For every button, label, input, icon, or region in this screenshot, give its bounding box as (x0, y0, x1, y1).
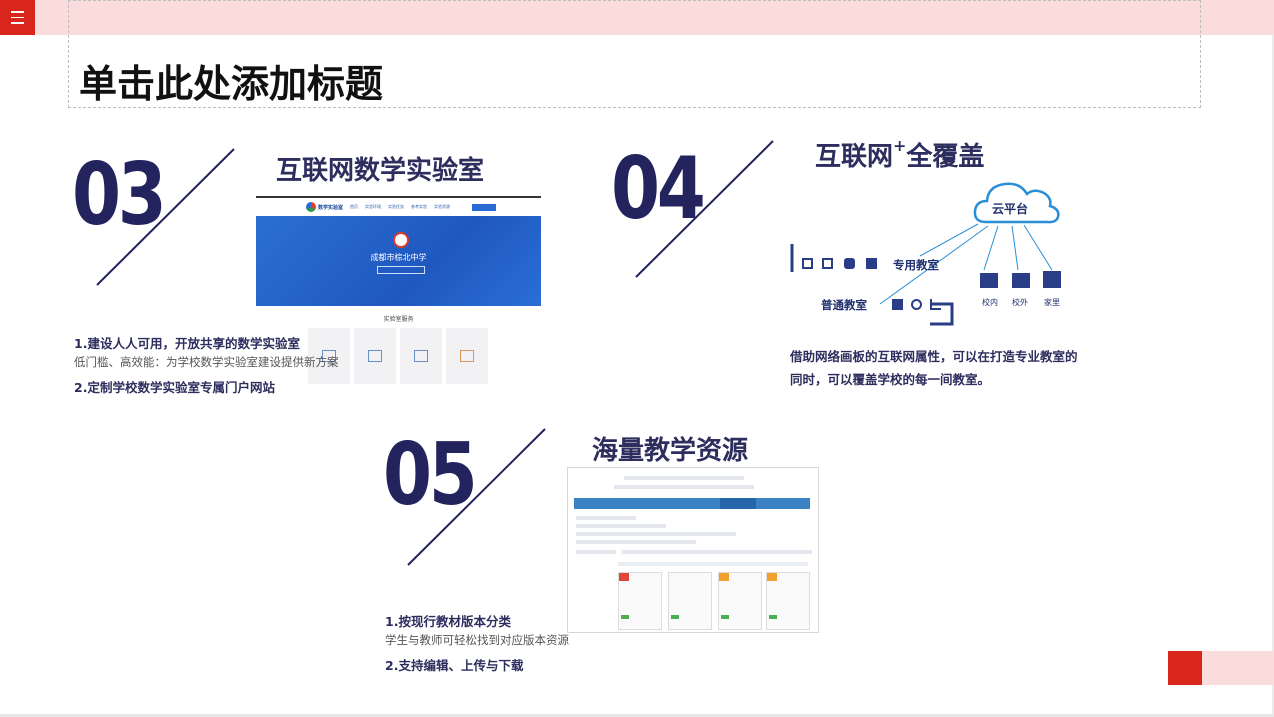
flask-icon (930, 299, 941, 310)
portal-school-name: 成都市棕北中学 (370, 253, 427, 262)
portal-logo-icon (306, 202, 316, 212)
resource-screenshot (567, 467, 819, 633)
mock-row (576, 516, 636, 520)
cloud-platform-label: 云平台 (992, 202, 1029, 216)
corner-red-block (1168, 651, 1202, 685)
slide: 单击此处添加标题 03 互联网数学实验室 数学实验室 首页 实验环境 实验任务 … (0, 0, 1274, 717)
book-icon (460, 350, 474, 362)
portal-nav-item: 实验资源 (434, 204, 451, 209)
grid-icon (802, 258, 813, 269)
heading-04-plus: + (893, 136, 907, 155)
divider-slash-05 (407, 428, 546, 566)
mock-row (618, 562, 808, 566)
service-card (354, 328, 396, 384)
sec04-desc-line2: 同时，可以覆盖学校的每一间教室。 (790, 372, 991, 387)
divider-slash-04 (635, 140, 774, 278)
mock-row (576, 524, 666, 528)
divider-slash-03 (96, 148, 235, 286)
person-icon (414, 350, 428, 362)
service-card (400, 328, 442, 384)
calendar-icon (822, 258, 833, 269)
building-icon (892, 299, 903, 310)
school-badge-icon (393, 232, 409, 248)
layers-icon (844, 258, 855, 269)
house-icon (1043, 271, 1061, 288)
resource-thumb (766, 572, 810, 630)
sec04-desc-line1: 借助网络画板的互联网属性，可以在打造专业教室的 (790, 349, 1078, 364)
sec05-point2: 2.支持编辑、上传与下载 (385, 658, 524, 673)
portal-logo-text: 数学实验室 (318, 204, 344, 211)
campus-in-label: 校内 (982, 298, 998, 307)
section-heading-04: 互联网+全覆盖 (815, 136, 984, 173)
section-heading-05: 海量教学资源 (592, 436, 749, 466)
sec05-point1-desc: 学生与教师可轻松找到对应版本资源 (385, 633, 569, 647)
service-card (446, 328, 488, 384)
portal-nav: 数学实验室 首页 实验环境 实验任务 参考实验 实验资源 (256, 196, 541, 216)
playground-icon (1012, 273, 1030, 288)
network-lines (790, 223, 1053, 326)
portal-nav-item: 实验任务 (388, 204, 405, 209)
portal-services-label: 实验室服务 (383, 316, 414, 323)
school-icon (980, 273, 998, 288)
portal-banner: 成都市棕北中学 (256, 216, 541, 306)
special-classroom-label: 专用教室 (893, 258, 939, 272)
mock-row (624, 476, 744, 480)
corner-pink-block (1202, 651, 1274, 685)
mock-row (576, 550, 616, 554)
menu-icon[interactable] (0, 0, 35, 35)
resource-thumb (718, 572, 762, 630)
home-label: 家里 (1044, 298, 1060, 307)
sec05-point1: 1.按现行教材版本分类 (385, 614, 511, 629)
normal-classroom-label: 普通教室 (821, 298, 867, 312)
mock-tabbar (574, 498, 810, 509)
board-icon (368, 350, 382, 362)
mock-row (622, 550, 812, 554)
section-heading-03: 互联网数学实验室 (276, 156, 485, 186)
portal-nav-item: 参考实验 (411, 204, 428, 209)
portal-banner-button (377, 266, 425, 274)
portal-login-button (472, 203, 497, 211)
mock-active-tab (720, 498, 756, 509)
heading-04-part1: 互联网 (815, 142, 894, 172)
sec03-point2: 2.定制学校数学实验室专属门户网站 (74, 380, 275, 395)
book-icon (866, 258, 877, 269)
sec03-point1-desc: 低门槛、高效能：为学校数学实验室建设提供新方案 (74, 355, 339, 369)
resource-thumb (668, 572, 712, 630)
resource-thumb (618, 572, 662, 630)
sec03-point1: 1.建设人人可用，开放共享的数学实验室 (74, 336, 300, 351)
mock-row (576, 540, 696, 544)
mock-row (576, 532, 736, 536)
slide-title[interactable]: 单击此处添加标题 (79, 53, 383, 108)
mock-row (614, 485, 754, 489)
campus-out-label: 校外 (1012, 298, 1028, 307)
atom-icon (911, 299, 922, 310)
portal-nav-item: 实验环境 (365, 204, 382, 209)
heading-04-part2: 全覆盖 (906, 142, 985, 172)
portal-nav-item: 首页 (350, 204, 359, 209)
